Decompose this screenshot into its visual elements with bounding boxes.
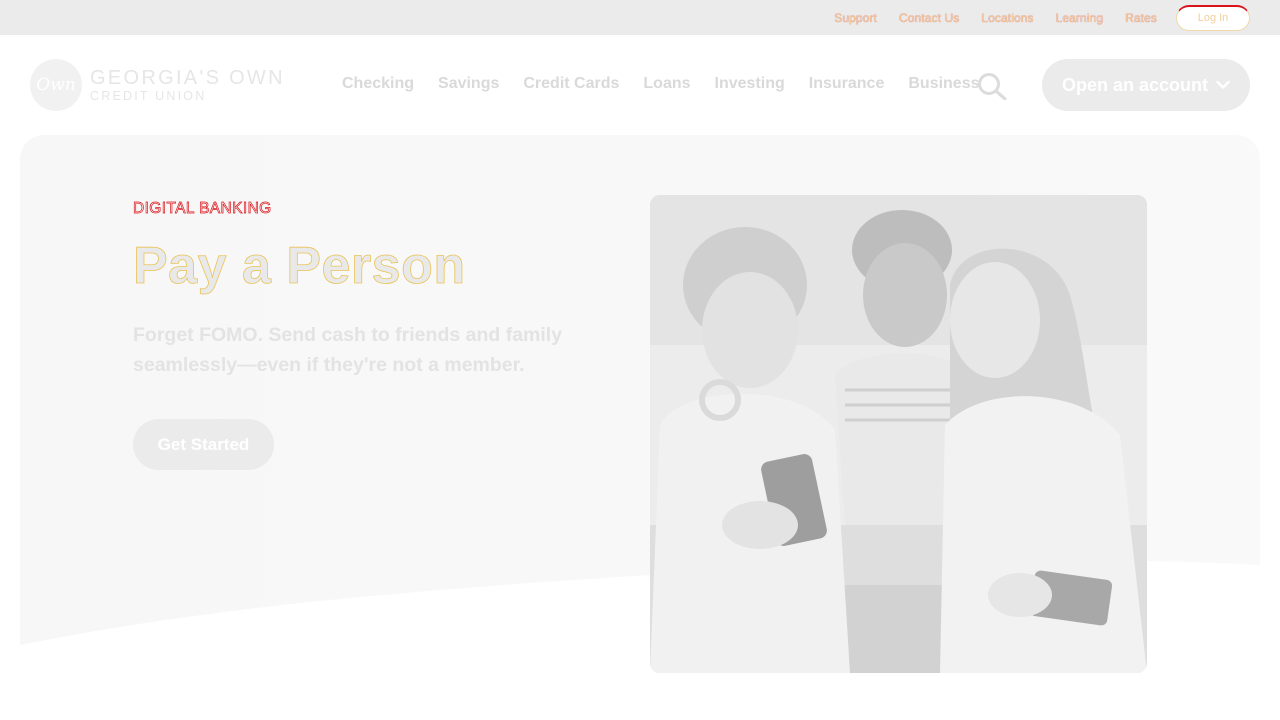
- hero-photo: [650, 195, 1147, 673]
- nav-item-checking[interactable]: Checking: [342, 75, 414, 93]
- brand-logo[interactable]: Own GEORGIA'S OWN CREDIT UNION: [30, 59, 285, 111]
- search-button[interactable]: [976, 72, 1008, 101]
- learning-link[interactable]: Learning: [1056, 11, 1104, 25]
- nav-item-business[interactable]: Business: [908, 75, 979, 93]
- nav-item-loans[interactable]: Loans: [643, 75, 690, 93]
- hero-eyebrow: DIGITAL BANKING: [133, 200, 272, 218]
- primary-nav: Checking Savings Credit Cards Loans Inve…: [342, 75, 980, 93]
- get-started-button[interactable]: Get Started: [133, 419, 274, 470]
- main-header: Own GEORGIA'S OWN CREDIT UNION Checking …: [0, 35, 1280, 135]
- search-icon: [978, 73, 1007, 101]
- open-account-label: Open an account: [1061, 74, 1209, 95]
- logo-wordmark: GEORGIA'S OWN CREDIT UNION: [90, 68, 285, 103]
- utility-bar: Support Contact Us Locations Learning Ra…: [0, 0, 1280, 35]
- nav-item-credit-cards[interactable]: Credit Cards: [523, 75, 619, 93]
- hero-title: Pay a Person: [133, 237, 466, 295]
- logo-line-1: GEORGIA'S OWN: [90, 66, 285, 89]
- open-account-button[interactable]: Open an account: [1042, 59, 1250, 111]
- chevron-down-icon: [1216, 80, 1230, 89]
- logo-mark: Own: [30, 59, 82, 111]
- contact-us-link[interactable]: Contact Us: [899, 11, 959, 25]
- support-link[interactable]: Support: [834, 11, 877, 25]
- hero-subtitle: Forget FOMO. Send cash to friends and fa…: [133, 324, 563, 376]
- rates-link[interactable]: Rates: [1125, 11, 1157, 25]
- nav-item-savings[interactable]: Savings: [438, 75, 499, 93]
- logo-line-2: CREDIT UNION: [90, 88, 207, 103]
- login-button[interactable]: Log In: [1176, 4, 1250, 31]
- nav-item-insurance[interactable]: Insurance: [809, 75, 885, 93]
- nav-item-investing[interactable]: Investing: [715, 75, 785, 93]
- locations-link[interactable]: Locations: [981, 11, 1033, 25]
